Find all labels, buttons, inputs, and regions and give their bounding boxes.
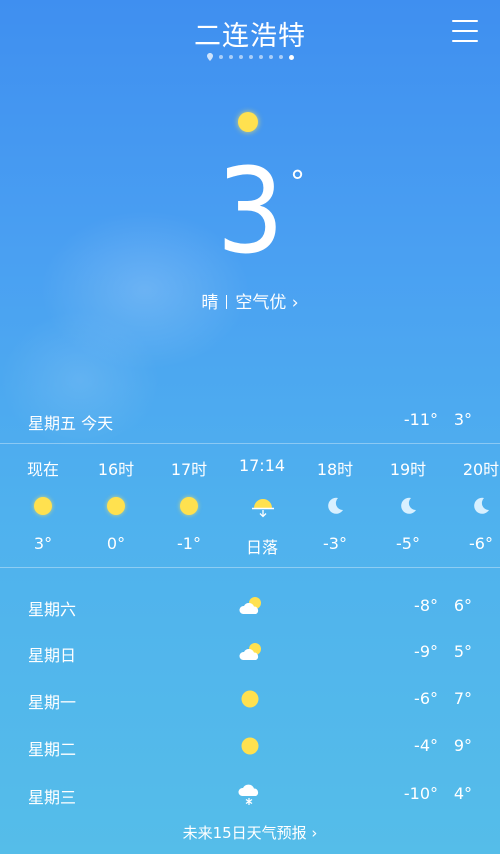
sun-icon (33, 496, 53, 516)
header: 二连浩特 (0, 0, 500, 70)
today-label: 星期五 今天 (28, 414, 114, 433)
page-dot (218, 55, 223, 59)
current-temperature: 3 (217, 142, 285, 280)
page-dot-active (288, 54, 294, 60)
today-summary: 星期五 今天 -11° 3° (0, 410, 500, 434)
day-high: 5° (453, 642, 472, 661)
current-condition[interactable]: 晴空气优 › (0, 288, 500, 313)
day-name: 星期三 (28, 788, 77, 807)
page-dot (228, 55, 233, 59)
page-dot (268, 55, 273, 59)
day-low: -10° (403, 784, 438, 803)
day-low: -9° (414, 642, 438, 661)
hourly-forecast[interactable]: 现在 3° 16时 0° 17时 -1° 17:14 日落 18时 -3° 19… (0, 456, 500, 561)
today-low: -11° (403, 410, 438, 429)
page-dot (278, 55, 283, 59)
page-dot (248, 55, 253, 59)
sun-icon (238, 112, 258, 132)
day-low: -6° (414, 689, 438, 708)
fifteen-day-forecast-link[interactable]: 未来15日天气预报 › (0, 822, 500, 843)
air-quality-link[interactable]: 空气优 › (235, 293, 298, 313)
separator (226, 295, 228, 309)
daily-row[interactable]: 星期三 -10° 4° (0, 784, 500, 810)
day-high: 7° (453, 689, 472, 708)
divider (0, 443, 500, 444)
divider (0, 567, 500, 568)
day-high: 6° (453, 596, 472, 615)
day-low: -4° (414, 736, 438, 755)
sunset-icon (252, 496, 274, 518)
today-high: 3° (453, 410, 472, 429)
hour-time: 17时 (170, 460, 208, 479)
page-dot (258, 55, 263, 59)
moon-icon (398, 496, 418, 516)
day-low: -8° (414, 596, 438, 615)
page-indicator (0, 53, 500, 61)
city-name[interactable]: 二连浩特 (0, 14, 500, 53)
hour-time: 19时 (389, 460, 427, 479)
snow-icon (238, 782, 264, 806)
sun-icon (179, 496, 199, 516)
day-high: 9° (453, 736, 472, 755)
day-high: 4° (453, 784, 472, 803)
sun-icon (106, 496, 126, 516)
partly-cloudy-icon (238, 594, 264, 618)
weather-condition: 晴 (201, 293, 219, 313)
hour-temp: -5° (396, 534, 420, 553)
day-name: 星期日 (28, 646, 77, 665)
moon-icon (325, 496, 345, 516)
hour-time: 现在 (26, 460, 59, 479)
location-pin-icon (206, 53, 213, 61)
partly-cloudy-icon (238, 640, 264, 664)
moon-icon (471, 496, 491, 516)
daily-row[interactable]: 星期日 -9° 5° (0, 642, 500, 668)
hour-time: 20时 (462, 460, 500, 479)
sunset-label: 日落 (245, 538, 278, 557)
hour-temp: 3° (33, 534, 53, 553)
daily-row[interactable]: 星期一 -6° 7° (0, 689, 500, 715)
hour-time: 17:14 (238, 456, 286, 475)
daily-row[interactable]: 星期二 -4° 9° (0, 736, 500, 762)
hour-time: 18时 (316, 460, 354, 479)
sun-icon (238, 734, 264, 758)
hour-temp: -6° (469, 534, 493, 553)
sun-icon (238, 687, 264, 711)
day-name: 星期一 (28, 693, 77, 712)
day-name: 星期六 (28, 600, 77, 619)
daily-row[interactable]: 星期六 -8° 6° (0, 596, 500, 622)
hour-temp: -1° (177, 534, 201, 553)
page-dot (238, 55, 243, 59)
hour-temp: -3° (323, 534, 347, 553)
hour-time: 16时 (97, 460, 135, 479)
menu-icon[interactable] (452, 20, 478, 42)
degree-symbol: ° (290, 165, 305, 200)
day-name: 星期二 (28, 740, 77, 759)
hour-temp: 0° (106, 534, 126, 553)
